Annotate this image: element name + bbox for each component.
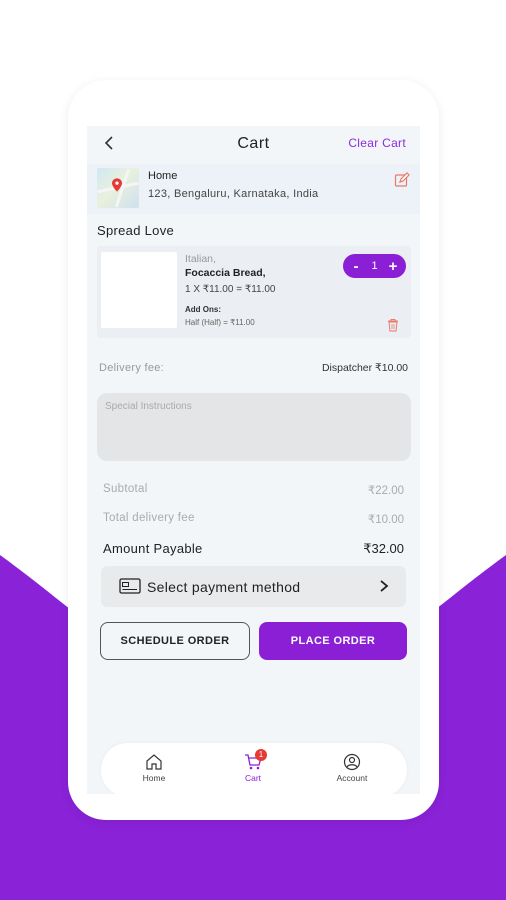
trash-icon[interactable]: [387, 318, 399, 332]
delivery-address-card[interactable]: Home 123, Bengaluru, Karnataka, India: [87, 164, 420, 214]
place-order-button[interactable]: PLACE ORDER: [259, 622, 407, 660]
nav-label-home: Home: [142, 773, 166, 783]
decrease-quantity-button[interactable]: -: [350, 258, 362, 275]
item-name: Focaccia Bread,: [185, 267, 266, 279]
payment-method-label: Select payment method: [147, 579, 301, 595]
increase-quantity-button[interactable]: +: [387, 258, 399, 275]
cart-item-card: Italian, Focaccia Bread, 1 X ₹11.00 = ₹1…: [97, 246, 411, 338]
clear-cart-button[interactable]: Clear Cart: [348, 136, 406, 150]
delivery-fee-row: Delivery fee: Dispatcher ₹10.00: [99, 362, 408, 378]
nav-item-account[interactable]: Account: [322, 753, 382, 789]
subtotal-value: ₹22.00: [367, 485, 404, 497]
total-delivery-fee-value: ₹10.00: [367, 514, 404, 526]
nav-item-home[interactable]: Home: [124, 753, 184, 789]
nav-label-account: Account: [336, 773, 368, 783]
select-payment-method-button[interactable]: Select payment method: [101, 566, 406, 607]
chevron-right-icon: [380, 580, 389, 592]
account-icon: [343, 753, 361, 771]
address-title: Home: [148, 170, 178, 182]
back-arrow-icon[interactable]: [101, 134, 119, 152]
item-price-line: 1 X ₹11.00 = ₹11.00: [185, 284, 276, 295]
store-name: Spread Love: [97, 223, 175, 238]
delivery-fee-value: Dispatcher ₹10.00: [321, 362, 408, 374]
amount-payable-label: Amount Payable: [103, 541, 203, 556]
total-delivery-fee-label: Total delivery fee: [103, 512, 195, 524]
cart-screen: Cart Clear Cart Home 123, Bengaluru, Kar…: [87, 126, 420, 794]
quantity-value: 1: [371, 260, 378, 272]
addons-label: Add Ons:: [185, 305, 221, 314]
credit-card-icon: [119, 578, 141, 594]
bottom-navigation: Home 1 Cart Account: [101, 743, 407, 794]
address-line: 123, Bengaluru, Karnataka, India: [148, 188, 319, 200]
subtotal-label: Subtotal: [103, 483, 148, 495]
amount-payable-row: Amount Payable ₹32.00: [103, 541, 404, 559]
addon-line: Half (Half) = ₹11.00: [185, 318, 255, 327]
special-instructions-input[interactable]: [97, 393, 411, 461]
home-icon: [146, 754, 162, 770]
map-pin-icon: [112, 178, 122, 192]
item-image: [101, 252, 177, 328]
map-thumbnail: [97, 168, 139, 208]
header: Cart Clear Cart: [87, 126, 420, 162]
page-title: Cart: [237, 135, 270, 152]
nav-item-cart[interactable]: 1 Cart: [223, 749, 283, 789]
item-category: Italian,: [185, 253, 216, 265]
amount-payable-value: ₹32.00: [363, 541, 404, 556]
schedule-order-button[interactable]: SCHEDULE ORDER: [100, 622, 250, 660]
delivery-fee-label: Delivery fee:: [99, 362, 165, 374]
edit-icon[interactable]: [394, 172, 410, 188]
total-delivery-fee-row: Total delivery fee ₹10.00: [103, 512, 404, 530]
quantity-stepper: - 1 +: [343, 254, 406, 278]
subtotal-row: Subtotal ₹22.00: [103, 483, 404, 501]
nav-label-cart: Cart: [244, 773, 262, 783]
cart-badge: 1: [255, 749, 267, 761]
